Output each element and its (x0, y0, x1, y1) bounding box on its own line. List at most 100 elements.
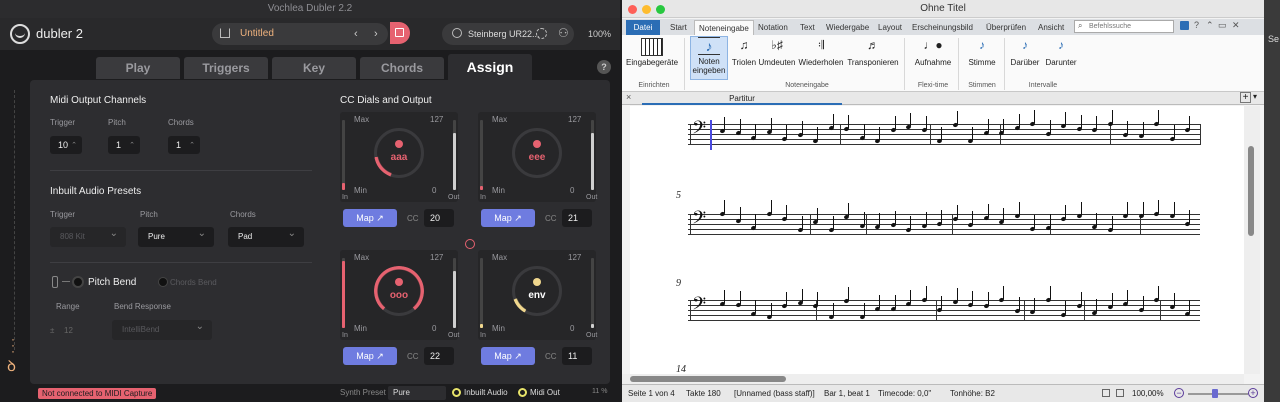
add-tab-icon[interactable]: + (1240, 92, 1251, 103)
note-stem (1049, 214, 1051, 227)
more-dots-icon[interactable]: · · · (11, 333, 15, 357)
zoom-level[interactable]: 100% (588, 29, 611, 39)
minimize-window-icon[interactable] (642, 5, 651, 14)
map-button[interactable]: Map ↗ (481, 347, 535, 365)
lock-icon[interactable] (1102, 389, 1110, 397)
triolen-button[interactable]: ♫ Triolen (730, 38, 758, 67)
h-scrollbar-thumb[interactable] (630, 376, 786, 382)
tab-start[interactable]: Start (666, 20, 691, 35)
darueber-button[interactable]: ♪ Darüber (1006, 38, 1044, 67)
cc-number-stepper[interactable]: 11 (562, 347, 592, 365)
tab-ansicht[interactable]: Ansicht (1034, 20, 1068, 35)
tab-key[interactable]: Key (272, 57, 356, 79)
help-icon[interactable]: ? (1194, 20, 1199, 30)
note-stem (910, 113, 911, 126)
note-stem (832, 114, 834, 127)
tab-partitur[interactable]: Partitur (642, 92, 842, 105)
home-icon[interactable] (220, 28, 230, 38)
wiederholen-button[interactable]: 𝄇 Wiederholen (798, 38, 844, 67)
trigger-channel-stepper[interactable]: 10 (50, 136, 82, 155)
staff-line (688, 234, 1200, 235)
darunter-button[interactable]: ♪ Darunter (1042, 38, 1080, 67)
map-button[interactable]: Map ↗ (343, 209, 397, 227)
next-project-button[interactable]: › (374, 28, 378, 40)
command-search-input[interactable]: Befehlssuche (1074, 20, 1174, 33)
range-value[interactable]: 12 (64, 326, 73, 335)
tab-datei[interactable]: Datei (626, 20, 660, 35)
horizontal-scrollbar[interactable] (622, 374, 1244, 384)
chords-preset-dropdown[interactable]: Pad (228, 224, 304, 247)
pitch-channel-stepper[interactable]: 1 (108, 136, 140, 155)
trigger-channel-label: Trigger (50, 118, 76, 127)
barline (840, 124, 841, 145)
close-window-icon[interactable] (628, 5, 637, 14)
pitch-preset-dropdown[interactable]: Pure (138, 224, 214, 247)
tab-triggers[interactable]: Triggers (184, 57, 268, 79)
tab-noteneingabe[interactable]: Noteneingabe (694, 20, 754, 35)
vertical-scrollbar[interactable] (1244, 106, 1260, 374)
tab-notation[interactable]: Notation (754, 20, 792, 35)
tab-assign[interactable]: Assign (448, 54, 532, 80)
tab-chords[interactable]: Chords (360, 57, 444, 79)
project-selector[interactable]: Untitled ‹ › (212, 23, 388, 45)
chords-bend-toggle[interactable] (158, 277, 168, 287)
note-stem (739, 291, 741, 304)
cc-dial-name: eee (528, 152, 546, 163)
tab-erscheinungsbild[interactable]: Erscheinungsbild (908, 20, 977, 35)
output-meter[interactable] (591, 258, 594, 328)
umdeuten-button[interactable]: ♭♯ Umdeuten (758, 38, 796, 67)
inbuilt-audio-toggle[interactable] (452, 388, 461, 397)
chords-channel-stepper[interactable]: 1 (168, 136, 200, 155)
cc-number-stepper[interactable]: 21 (562, 209, 592, 227)
scrollbar-thumb[interactable] (1248, 146, 1254, 236)
zoom-slider-handle[interactable] (1212, 389, 1218, 398)
transponieren-button[interactable]: ♬ Transponieren (846, 38, 900, 67)
aufnahme-button[interactable]: ♩● Aufnahme (910, 38, 956, 67)
synth-preset-dropdown[interactable]: Pure (388, 386, 446, 400)
zoom-percent[interactable]: 100,00% (1132, 389, 1164, 398)
close-icon[interactable]: ✕ (1232, 20, 1240, 31)
eingabegeraete-button[interactable]: Eingabegeräte (626, 38, 678, 67)
vochlea-logo-icon[interactable]: ꝺ (7, 356, 16, 376)
tab-play[interactable]: Play (96, 57, 180, 79)
zoom-window-icon[interactable] (656, 5, 665, 14)
aufnahme-label: Aufnahme (914, 58, 952, 67)
midi-out-toggle[interactable] (518, 388, 527, 397)
pitch-bend-toggle[interactable] (72, 276, 84, 288)
left-sidebar: · · · ꝺ (0, 50, 30, 384)
note-stem (1018, 202, 1020, 215)
trigger-preset-dropdown[interactable]: 808 Kit (50, 224, 126, 247)
tab-wiedergabe[interactable]: Wiedergabe (822, 20, 873, 35)
note-stem (817, 208, 818, 221)
help-icon[interactable]: ? (597, 60, 611, 74)
save-icon[interactable] (1180, 21, 1189, 30)
zoom-slider[interactable] (1188, 393, 1248, 395)
stimme-button[interactable]: ♪ Stimme (962, 38, 1002, 67)
audio-device-selector[interactable]: Steinberg UR22... (442, 23, 574, 45)
chevron-up-icon[interactable]: ⌃ (1206, 20, 1214, 31)
tab-ueberpruefen[interactable]: Überprüfen (982, 20, 1030, 35)
restore-icon[interactable]: ▭ (1218, 20, 1227, 31)
save-icon (395, 28, 404, 37)
cc-number-stepper[interactable]: 22 (424, 347, 454, 365)
tab-text[interactable]: Text (796, 20, 819, 35)
tab-layout[interactable]: Layout (874, 20, 906, 35)
close-tab-icon[interactable]: × (626, 92, 631, 102)
settings-gear-icon[interactable] (536, 28, 547, 39)
zoom-in-icon[interactable]: + (1248, 388, 1258, 398)
prev-project-button[interactable]: ‹ (354, 28, 358, 40)
barline (1084, 300, 1085, 321)
map-button[interactable]: Map ↗ (343, 347, 397, 365)
user-icon[interactable]: ⚇ (558, 26, 569, 40)
score-canvas[interactable]: 𝄢 𝄢 𝄢 5 9 14 (630, 106, 1244, 375)
zoom-out-icon[interactable]: − (1174, 388, 1184, 398)
noten-eingeben-button[interactable]: ♪ Noten eingeben (690, 36, 728, 80)
measure-number: 9 (676, 278, 681, 289)
link-icon[interactable] (465, 239, 475, 249)
bend-response-dropdown[interactable]: IntelliBend (112, 317, 212, 340)
project-name: Untitled (240, 28, 274, 39)
page-view-icon[interactable] (1116, 389, 1124, 397)
cc-number-stepper[interactable]: 20 (424, 209, 454, 227)
tab-list-icon[interactable]: ▾ (1253, 92, 1257, 101)
map-button[interactable]: Map ↗ (481, 209, 535, 227)
